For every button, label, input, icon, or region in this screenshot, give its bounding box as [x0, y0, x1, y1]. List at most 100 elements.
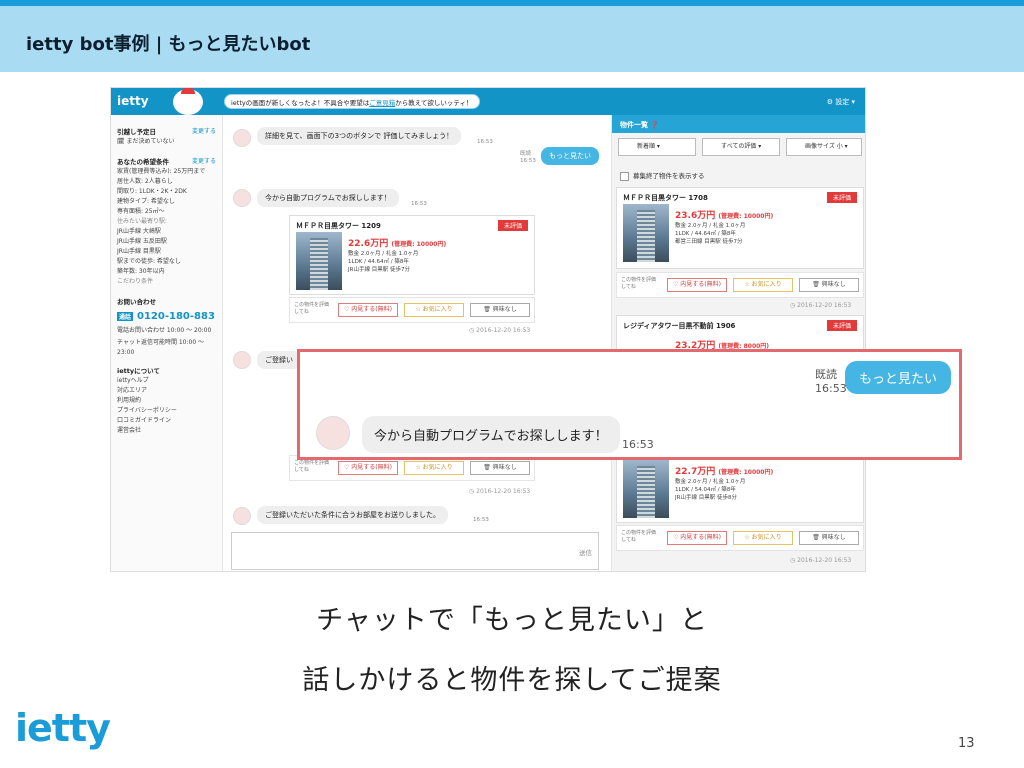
move-date-heading: 引越し予定日 変更する — [117, 127, 216, 137]
user-message: もっと見たい — [845, 361, 952, 394]
bot-avatar — [233, 351, 251, 369]
about-link[interactable]: 運営会社 — [117, 426, 216, 436]
view-request-button[interactable]: ♡ 内見する(無料) — [338, 461, 398, 475]
message-time: 16:53 — [520, 158, 536, 164]
about-link[interactable]: 口コミガイドライン — [117, 416, 216, 426]
view-request-button[interactable]: ♡ 内見する(無料) — [667, 531, 727, 545]
read-receipt: 既読 — [520, 151, 532, 157]
property-photo[interactable] — [296, 232, 342, 290]
phone-number[interactable]: 通話 0120-180-883 — [117, 311, 216, 322]
property-list-heading: 物件一覧 ❓ — [612, 115, 865, 133]
property-title: ＭＦＰＲ目黒タワー 1209 — [296, 222, 381, 230]
phone-hours: 電話お問い合わせ 10:00 〜 20:00 — [117, 327, 212, 334]
rating-prompt: この物件を評価してね — [621, 277, 657, 290]
pref-row: JR山手線 目黒駅 — [117, 248, 161, 255]
property-price: 23.6万円 (管理費: 10000円) — [675, 211, 774, 221]
page-number: 13 — [958, 736, 975, 751]
property-card[interactable]: ＭＦＰＲ目黒タワー 1209 未評価 22.6万円 (管理費: 10000円) … — [289, 215, 535, 295]
pref-row: 居住人数: 2人暮らし — [117, 178, 173, 185]
chat-input[interactable]: 送信 — [231, 532, 599, 570]
sort-select[interactable]: 新着順 ▾ — [618, 138, 696, 156]
not-interested-button[interactable]: 🗑 興味なし — [799, 531, 859, 545]
slide-title: ietty bot事例 | もっと見たいbot — [26, 34, 311, 55]
message-time: 16:53 — [411, 201, 427, 207]
pref-row: 駅までの徒歩: 希望なし — [117, 258, 181, 265]
favorite-button[interactable]: ☆ お気に入り — [404, 303, 464, 317]
about-link[interactable]: iettyヘルプ — [117, 376, 216, 386]
app-navbar: ietty iettyの画面が新しくなったよ！不具合や要望はご意見箱から教えて欲… — [111, 88, 865, 115]
favorite-button[interactable]: ☆ お気に入り — [404, 461, 464, 475]
message-time: 16:53 — [622, 438, 654, 451]
pref-row: JR山手線 五反田駅 — [117, 238, 167, 245]
pref-row: 住みたい最寄り駅: — [117, 218, 168, 225]
notice-text-post: から教えて欲しいッティ！ — [395, 99, 473, 107]
property-details: 敷金 2.0ヶ月 / 礼金 1.0ヶ月 1LDK / 54.04㎡ / 築8年 … — [675, 479, 746, 501]
property-card[interactable]: 22.7万円 (管理費: 10000円) 敷金 2.0ヶ月 / 礼金 1.0ヶ月… — [616, 455, 864, 523]
about-link[interactable]: 対応エリア — [117, 386, 216, 396]
settings-menu[interactable]: ⚙ 設定 ▾ — [827, 97, 855, 107]
bot-avatar — [233, 129, 251, 147]
zoom-callout: 既読 16:53 もっと見たい 今から自動プログラムでお探しします！ 16:53 — [297, 349, 962, 460]
bot-message: ご登録い — [257, 351, 301, 369]
bot-avatar — [233, 189, 251, 207]
contact-heading: お問い合わせ — [117, 298, 156, 306]
rating-actions: この物件を評価してね ♡ 内見する(無料) ☆ お気に入り 🗑 興味なし — [289, 297, 535, 323]
edit-prefs-link[interactable]: 変更する — [192, 157, 216, 167]
message-time: 16:53 — [477, 139, 493, 145]
pref-row: 家賃(管理費等込み): 25万円まで — [117, 168, 206, 175]
rating-prompt: この物件を評価してね — [294, 460, 330, 473]
pref-row: こだわり条件 — [117, 278, 154, 285]
card-date: ◷ 2016-12-20 16:53 — [790, 302, 852, 309]
sidebar: 引越し予定日 変更する 🗓 まだ決めていない あなたの希望条件 変更する 家賃(管理… — [111, 115, 223, 571]
about-link[interactable]: 利用規約 — [117, 396, 216, 406]
bot-message: 詳細を見て、画面下の3つのボタンで 評価してみましょう！ — [257, 127, 462, 145]
view-request-button[interactable]: ♡ 内見する(無料) — [338, 303, 398, 317]
unrated-badge: 未評価 — [497, 220, 528, 231]
rating-prompt: この物件を評価してね — [294, 302, 330, 315]
rating-actions: この物件を評価してね ♡ 内見する(無料) ☆ お気に入り 🗑 興味なし — [616, 272, 864, 298]
property-title: レジディアタワー目黒不動前 1906 — [623, 322, 736, 330]
view-request-button[interactable]: ♡ 内見する(無料) — [667, 278, 727, 292]
prefs-heading: あなたの希望条件 変更する — [117, 157, 216, 167]
bot-message: 今から自動プログラムでお探しします！ — [257, 189, 399, 207]
pref-row: JR山手線 大崎駅 — [117, 228, 161, 235]
property-title: ＭＦＰＲ目黒タワー 1708 — [623, 194, 708, 202]
pref-row: 建物タイプ: 希望なし — [117, 198, 175, 205]
message-time: 16:53 — [473, 517, 489, 523]
not-interested-button[interactable]: 🗑 興味なし — [470, 461, 530, 475]
property-card[interactable]: ＭＦＰＲ目黒タワー 1708 未評価 23.6万円 (管理費: 10000円) … — [616, 187, 864, 269]
chat-panel: 詳細を見て、画面下の3つのボタンで 評価してみましょう！ 16:53 既読 16… — [223, 115, 599, 571]
property-details: 敷金 2.0ヶ月 / 礼金 1.0ヶ月 1LDK / 44.64㎡ / 築8年 … — [675, 223, 746, 245]
property-photo[interactable] — [623, 204, 669, 262]
send-button[interactable]: 送信 — [579, 547, 592, 557]
image-size-select[interactable]: 画像サイズ 小 ▾ — [786, 138, 862, 156]
feedback-link[interactable]: ご意見箱 — [369, 99, 395, 107]
move-date-value: 🗓 まだ決めていない — [117, 138, 175, 145]
caption-line-1: チャットで「もっと見たい」と — [316, 605, 708, 636]
unrated-badge: 未評価 — [826, 320, 857, 331]
brand-logo: ietty — [15, 706, 111, 750]
show-closed-checkbox[interactable]: 募集終了物件を表示する — [620, 170, 705, 181]
favorite-button[interactable]: ☆ お気に入り — [733, 278, 793, 292]
about-link[interactable]: プライバシーポリシー — [117, 406, 216, 416]
card-date: ◷ 2016-12-20 16:53 — [790, 557, 852, 564]
favorite-button[interactable]: ☆ お気に入り — [733, 531, 793, 545]
pref-row: 専有面積: 25㎡〜 — [117, 208, 165, 215]
edit-move-date-link[interactable]: 変更する — [192, 127, 216, 137]
property-photo[interactable] — [623, 460, 669, 518]
read-receipt: 既読 — [815, 368, 837, 381]
user-message: もっと見たい — [541, 147, 599, 165]
not-interested-button[interactable]: 🗑 興味なし — [799, 278, 859, 292]
property-price: 22.6万円 (管理費: 10000円) — [348, 239, 447, 249]
rating-filter-select[interactable]: すべての評価 ▾ — [702, 138, 780, 156]
not-interested-button[interactable]: 🗑 興味なし — [470, 303, 530, 317]
rating-prompt: この物件を評価してね — [621, 530, 657, 543]
notice-text-pre: iettyの画面が新しくなったよ！不具合や要望は — [231, 99, 370, 107]
property-details: 敷金 2.0ヶ月 / 礼金 1.0ヶ月 1LDK / 44.64㎡ / 築8年 … — [348, 251, 419, 273]
app-logo[interactable]: ietty — [117, 94, 149, 108]
card-date: ◷ 2016-12-20 16:53 — [469, 327, 531, 334]
bot-message: ご登録いただいた条件に合うお部屋をお送りしました。 — [257, 506, 448, 524]
mascot-icon — [173, 88, 203, 115]
slide-header: ietty bot事例 | もっと見たいbot — [0, 6, 1024, 72]
bot-avatar — [316, 416, 350, 450]
